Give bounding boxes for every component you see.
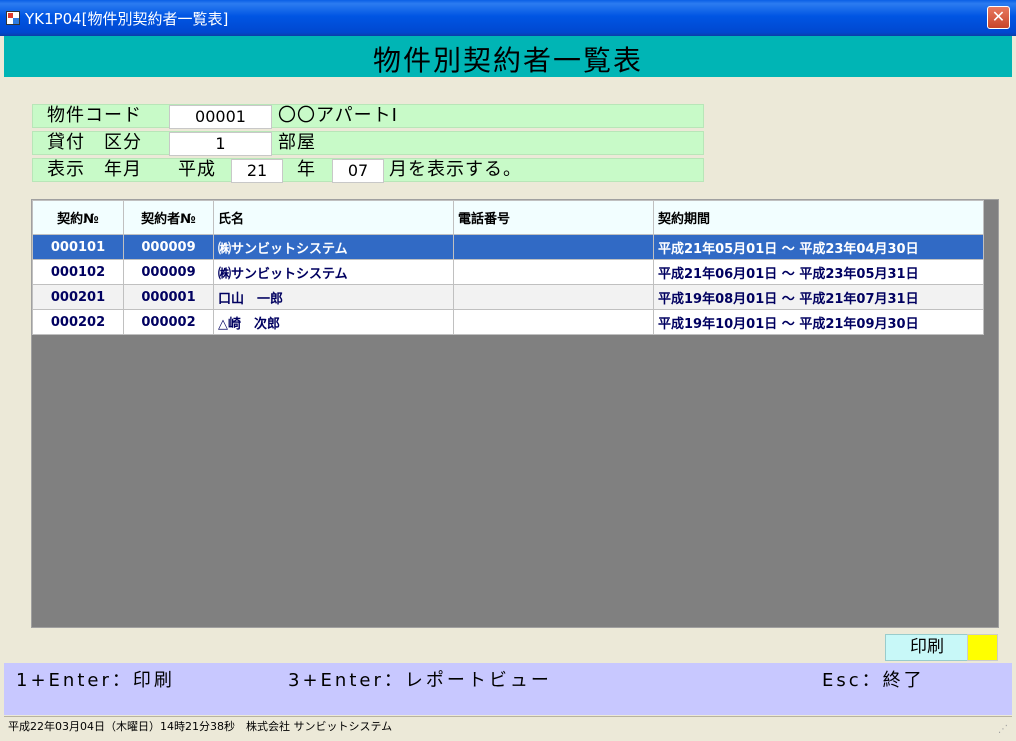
fkey-report-view[interactable]: 3+Enter：レポートビュー: [288, 666, 552, 692]
cell-phone: [453, 284, 654, 310]
fkey-print[interactable]: 1+Enter：印刷: [16, 666, 175, 692]
property-name: 〇〇アパートⅠ: [278, 105, 398, 126]
year-field[interactable]: 21: [231, 159, 283, 183]
page-title: 物件別契約者一覧表: [372, 44, 643, 77]
cell-period: 平成19年10月01日 ～ 平成21年09月30日: [653, 309, 984, 335]
property-code-field[interactable]: 00001: [169, 105, 272, 129]
function-key-bar: 1+Enter：印刷 3+Enter：レポートビュー Esc：終了: [4, 663, 1012, 715]
print-indicator: [967, 634, 998, 661]
cell-phone: [453, 234, 654, 260]
cell-contractor-no: 000002: [123, 309, 214, 335]
table-row[interactable]: 000101 000009 ㈱サンビットシステム 平成21年05月01日 ～ 平…: [32, 234, 984, 260]
table-row[interactable]: 000201 000001 口山 一郎 平成19年08月01日 ～ 平成21年0…: [32, 284, 984, 310]
table-header-row: 契約№ 契約者№ 氏名 電話番号 契約期間: [32, 200, 984, 235]
header-band: 物件別契約者一覧表: [4, 36, 1012, 77]
cell-phone: [453, 309, 654, 335]
cell-contractor-no: 000009: [123, 259, 214, 285]
close-button[interactable]: ✕: [987, 6, 1010, 29]
month-field[interactable]: 07: [332, 159, 384, 183]
cell-contract-no: 000201: [32, 284, 124, 310]
loan-type-field[interactable]: 1: [169, 132, 272, 156]
display-ym-label: 表示 年月: [47, 159, 142, 180]
cell-contract-no: 000102: [32, 259, 124, 285]
col-contract-no[interactable]: 契約№: [32, 200, 124, 235]
col-name[interactable]: 氏名: [213, 200, 454, 235]
status-text: 平成22年03月04日（木曜日）14時21分38秒 株式会社 サンビットシステム: [8, 720, 393, 733]
cell-period: 平成19年08月01日 ～ 平成21年07月31日: [653, 284, 984, 310]
year-suffix: 年: [297, 159, 316, 180]
status-bar: 平成22年03月04日（木曜日）14時21分38秒 株式会社 サンビットシステム…: [4, 716, 1012, 738]
cell-contract-no: 000202: [32, 309, 124, 335]
month-suffix: 月を表示する。: [389, 159, 522, 180]
print-button[interactable]: 印刷: [885, 634, 969, 661]
cell-contractor-no: 000001: [123, 284, 214, 310]
property-code-label: 物件コード: [47, 105, 142, 126]
loan-type-name: 部屋: [278, 132, 316, 153]
fkey-exit[interactable]: Esc：終了: [822, 666, 925, 692]
title-bar: YK1P04[物件別契約者一覧表] ✕: [0, 0, 1016, 36]
filter-row-property: 物件コード 00001 〇〇アパートⅠ: [32, 104, 704, 129]
cell-name: ㈱サンビットシステム: [213, 259, 454, 285]
filter-row-loan-type: 貸付 区分 1 部屋: [32, 131, 704, 156]
era-label: 平成: [178, 159, 216, 180]
cell-period: 平成21年05月01日 ～ 平成23年04月30日: [653, 234, 984, 260]
filter-row-display-ym: 表示 年月 平成 21 年 07 月を表示する。: [32, 158, 704, 183]
cell-name: ㈱サンビットシステム: [213, 234, 454, 260]
window-title: YK1P04[物件別契約者一覧表]: [25, 10, 229, 28]
loan-type-label: 貸付 区分: [47, 132, 142, 153]
col-phone[interactable]: 電話番号: [453, 200, 654, 235]
contract-table: 契約№ 契約者№ 氏名 電話番号 契約期間 000101 000009 ㈱サンビ…: [32, 200, 984, 335]
cell-contract-no: 000101: [32, 234, 124, 260]
cell-name: 口山 一郎: [213, 284, 454, 310]
cell-phone: [453, 259, 654, 285]
cell-period: 平成21年06月01日 ～ 平成23年05月31日: [653, 259, 984, 285]
cell-name: △崎 次郎: [213, 309, 454, 335]
resize-grip-icon[interactable]: ⋰: [996, 724, 1008, 736]
table-row[interactable]: 000202 000002 △崎 次郎 平成19年10月01日 ～ 平成21年0…: [32, 309, 984, 335]
app-icon: [6, 11, 20, 25]
table-row[interactable]: 000102 000009 ㈱サンビットシステム 平成21年06月01日 ～ 平…: [32, 259, 984, 285]
contract-grid[interactable]: 契約№ 契約者№ 氏名 電話番号 契約期間 000101 000009 ㈱サンビ…: [31, 199, 999, 628]
cell-contractor-no: 000009: [123, 234, 214, 260]
col-period[interactable]: 契約期間: [653, 200, 984, 235]
col-contractor-no[interactable]: 契約者№: [123, 200, 214, 235]
